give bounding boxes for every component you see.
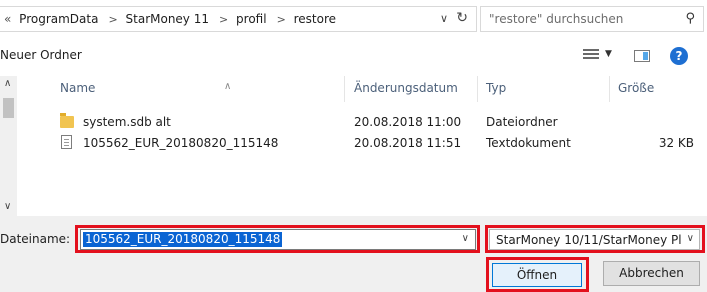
refresh-icon[interactable]: ↻: [456, 10, 468, 26]
cancel-button[interactable]: Abbrechen: [603, 261, 700, 286]
column-type[interactable]: Typ: [486, 81, 506, 95]
crumb-restore[interactable]: restore: [294, 12, 336, 26]
search-icon[interactable]: ⚲: [685, 11, 695, 26]
file-row[interactable]: 105562_EUR_20180820_115148 20.08.2018 11…: [30, 134, 700, 154]
chevron-down-icon[interactable]: ∨: [440, 12, 448, 25]
file-type: Textdokument: [486, 136, 571, 150]
file-size: 32 KB: [658, 136, 694, 150]
help-icon[interactable]: ?: [670, 47, 688, 65]
file-row[interactable]: system.sdb alt 20.08.2018 11:00 Dateiord…: [30, 113, 700, 133]
scroll-down-icon[interactable]: ∨: [4, 201, 11, 212]
sort-caret-icon: ∧: [224, 81, 232, 92]
column-name[interactable]: Name: [60, 81, 95, 95]
highlight-box-filename: [75, 225, 480, 253]
preview-pane-icon[interactable]: [634, 50, 650, 62]
breadcrumb: « ProgramData > StarMoney 11 > profil > res…: [4, 12, 340, 26]
file-date: 20.08.2018 11:51: [354, 136, 462, 150]
file-name: system.sdb alt: [83, 115, 171, 129]
scroll-thumb[interactable]: [3, 98, 14, 118]
chevron-right-icon: >: [219, 13, 229, 26]
toolbar: Neuer Ordner ▼ ?: [0, 40, 707, 70]
column-header: Name ∧ Änderungsdatum Typ Größe: [30, 76, 700, 102]
chevron-right-icon: >: [108, 13, 118, 26]
search-placeholder: "restore" durchsuchen: [489, 12, 624, 26]
column-date[interactable]: Änderungsdatum: [354, 81, 458, 95]
file-name: 105562_EUR_20180820_115148: [83, 136, 279, 150]
highlight-box-open: [486, 257, 589, 292]
crumb-starmoney[interactable]: StarMoney 11: [126, 12, 209, 26]
filename-label: Dateiname:: [0, 232, 71, 246]
crumb-profil[interactable]: profil: [236, 12, 267, 26]
vertical-scrollbar[interactable]: ∧ ∨: [0, 76, 17, 216]
search-input[interactable]: "restore" durchsuchen ⚲: [480, 6, 704, 32]
file-dialog-footer: Dateiname: 105562_EUR_20180820_115148 ∨ …: [0, 216, 707, 292]
view-options-icon[interactable]: [583, 49, 599, 61]
scroll-up-icon[interactable]: ∧: [4, 78, 11, 89]
crumb-programdata[interactable]: ProgramData: [19, 12, 98, 26]
new-folder-button[interactable]: Neuer Ordner: [0, 48, 82, 62]
back-chevron-icon[interactable]: «: [4, 12, 11, 26]
highlight-box-filetype: [485, 225, 705, 253]
address-bar[interactable]: « ProgramData > StarMoney 11 > profil > res…: [0, 6, 477, 32]
file-date: 20.08.2018 11:00: [354, 115, 462, 129]
text-document-icon: [61, 135, 72, 149]
column-size[interactable]: Größe: [618, 81, 654, 95]
file-type: Dateiordner: [486, 115, 558, 129]
folder-icon: [60, 113, 74, 128]
chevron-right-icon: >: [276, 13, 286, 26]
view-dropdown-icon[interactable]: ▼: [605, 49, 612, 59]
